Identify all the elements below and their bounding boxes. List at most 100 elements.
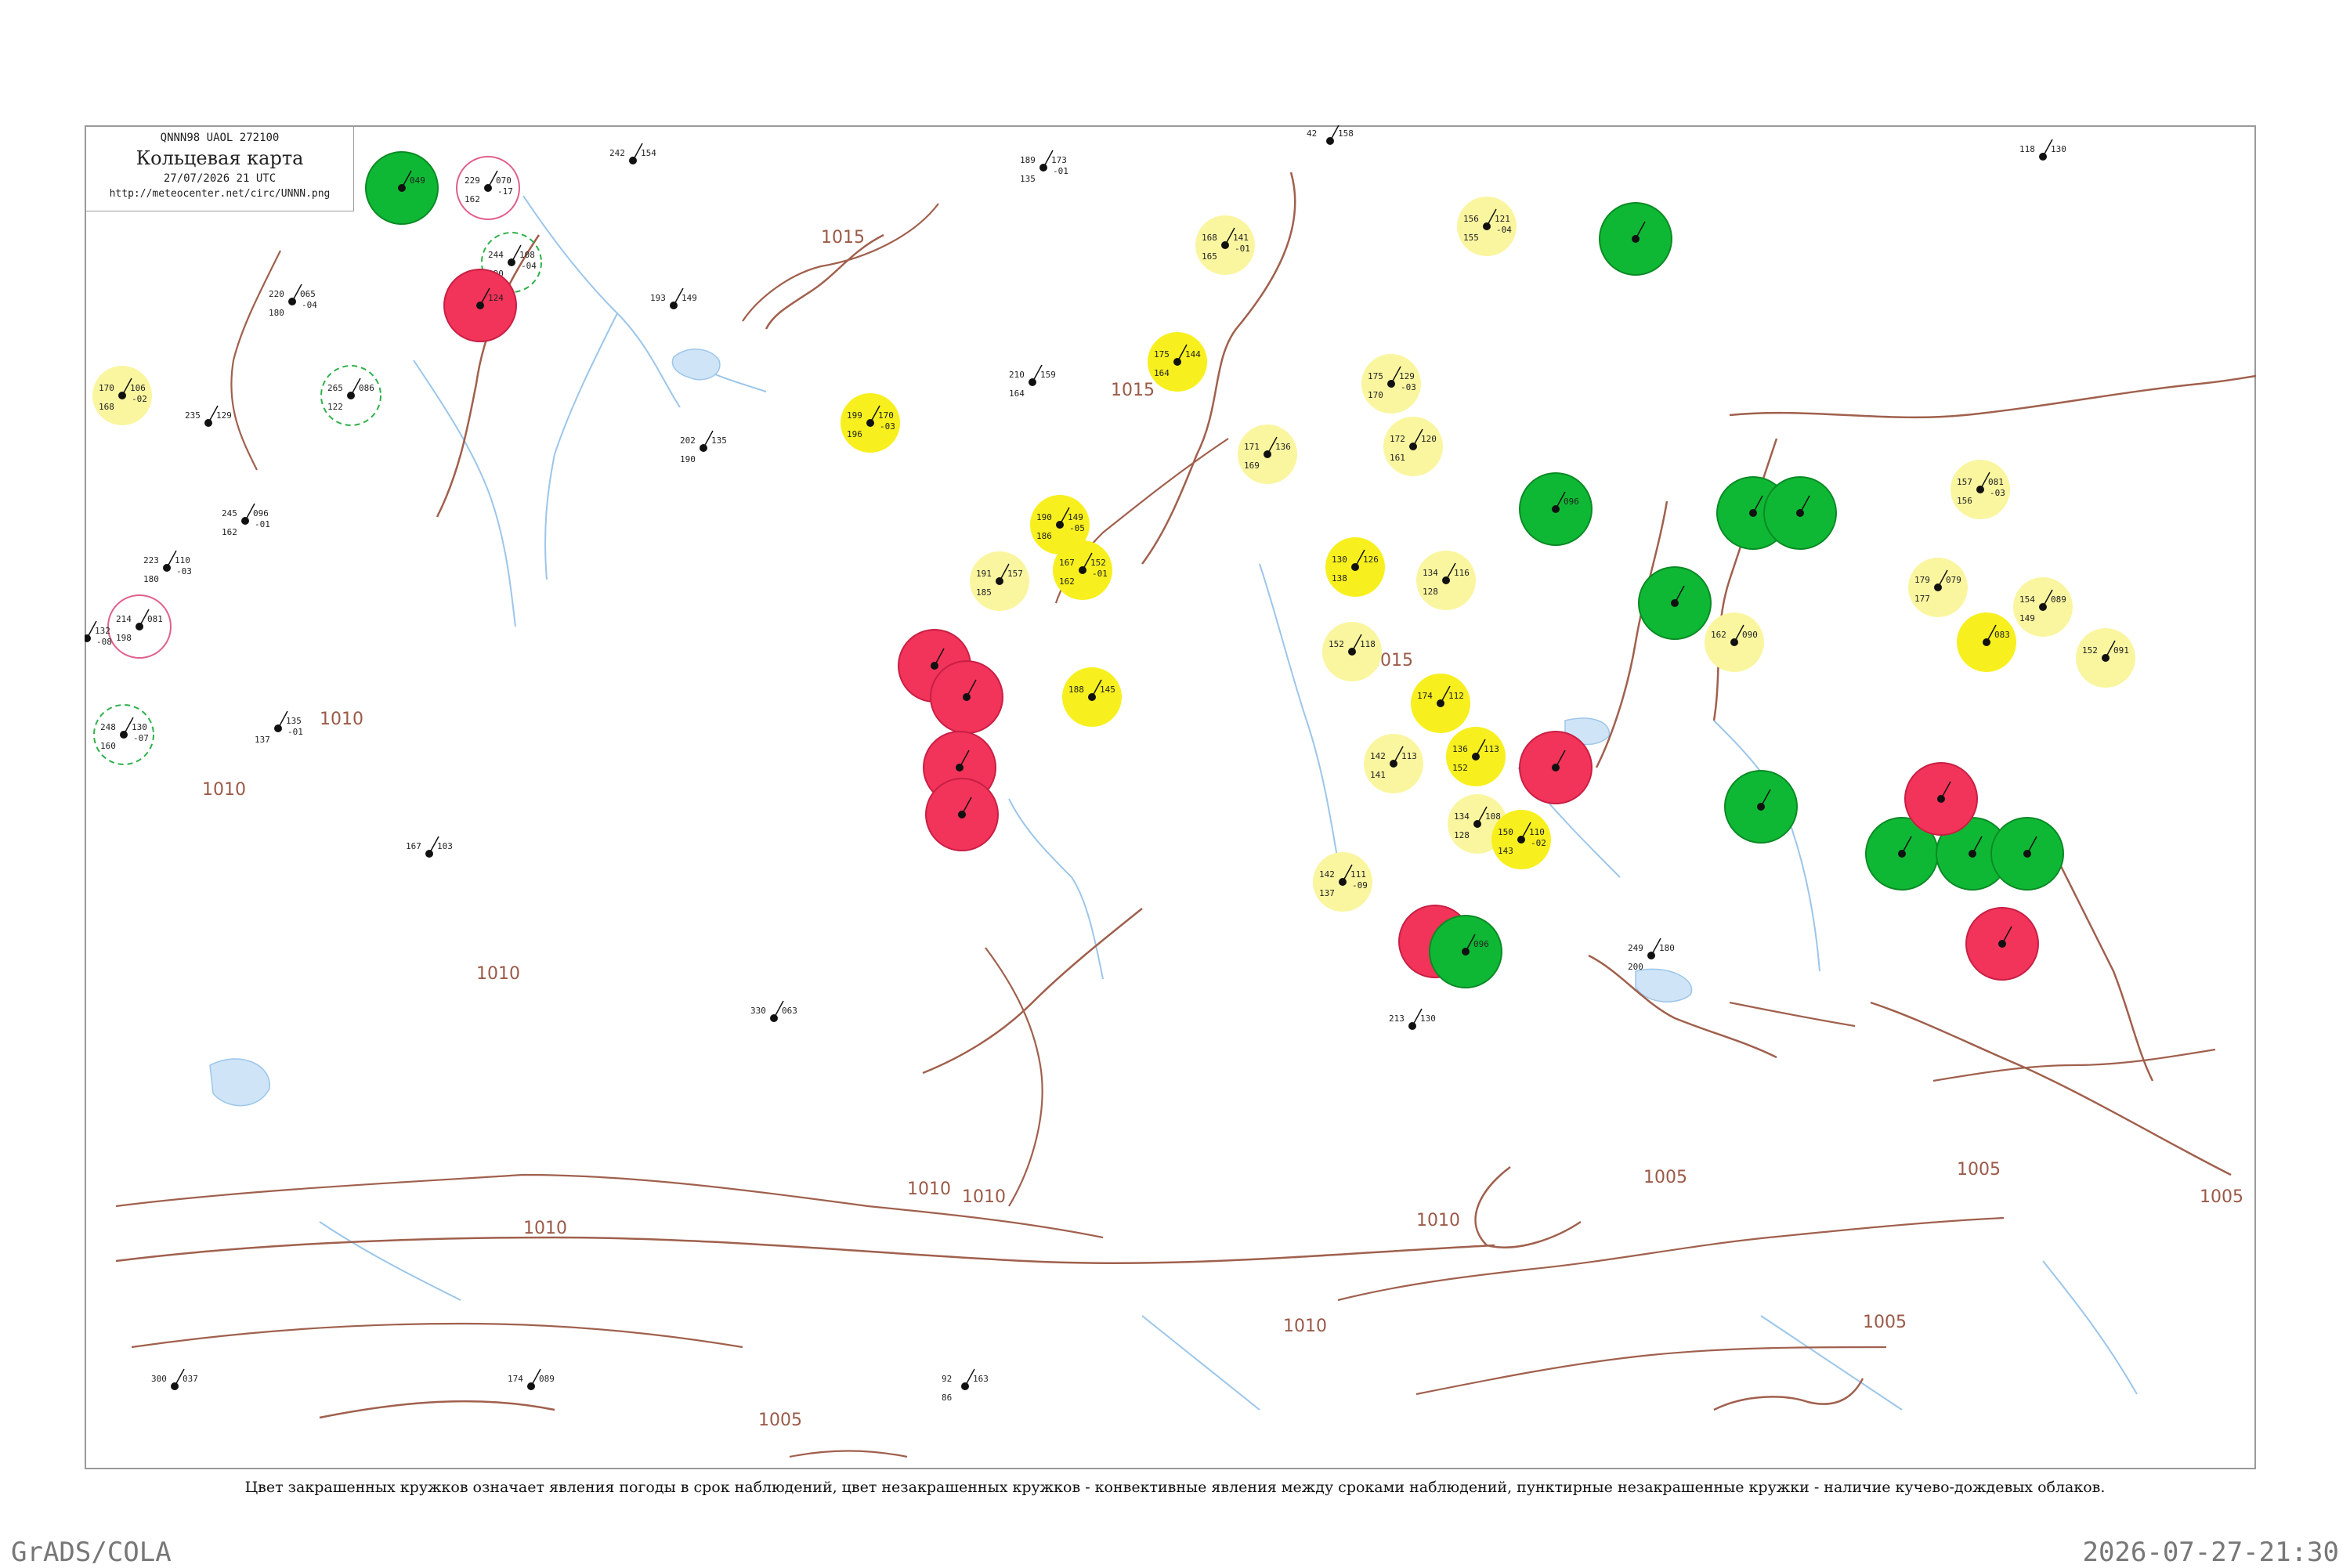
station-marker[interactable]: 300 037: [151, 1368, 198, 1390]
station-marker[interactable]: 188 145: [1062, 667, 1122, 727]
station-marker[interactable]: 202 135 190: [680, 430, 727, 464]
station-marker[interactable]: 220 065-04 180: [269, 284, 317, 318]
station-marker[interactable]: 248 130-07 160: [93, 704, 154, 765]
station-marker[interactable]: 265 086 122: [320, 365, 381, 426]
station-marker[interactable]: 235 129: [185, 405, 232, 427]
station-marker[interactable]: [1763, 476, 1837, 550]
station-dot: [85, 634, 91, 642]
station-pressure: 159: [1040, 370, 1056, 380]
synoptic-map[interactable]: 1015101510151010101010101010101010101010…: [85, 125, 2256, 1469]
station-dewpoint: 169: [1244, 461, 1260, 471]
isobar-label: 1005: [1957, 1160, 2001, 1180]
station-marker[interactable]: 049: [365, 151, 439, 225]
station-dewpoint: 196: [847, 429, 862, 439]
station-temperature: 134: [1423, 568, 1438, 578]
station-pressure: 037: [183, 1374, 198, 1384]
station-pressure-trend: -03: [176, 566, 192, 576]
station-dewpoint: 170: [1368, 390, 1383, 400]
station-marker[interactable]: 171 136 169: [1238, 425, 1297, 484]
station-marker[interactable]: 134 116 128: [1416, 551, 1476, 610]
station-marker[interactable]: 083: [1957, 612, 2016, 672]
station-marker[interactable]: 191 157 185: [970, 551, 1029, 611]
station-marker[interactable]: 156 121-04 155: [1457, 197, 1517, 256]
station-marker[interactable]: 189 173-01 135: [1020, 150, 1068, 184]
station-temperature: 171: [1244, 442, 1260, 452]
station-dewpoint: 190: [680, 454, 696, 464]
station-marker[interactable]: 174 112: [1411, 674, 1470, 733]
station-pressure: 132: [95, 626, 110, 636]
isobar-label: 1010: [1416, 1211, 1460, 1230]
station-marker[interactable]: 223 110-03 180: [143, 550, 192, 584]
station-marker[interactable]: 118 130: [2019, 139, 2066, 161]
station-marker[interactable]: 096: [1429, 915, 1502, 988]
station-marker[interactable]: 174 089: [508, 1368, 555, 1390]
station-pressure: 108: [519, 250, 535, 260]
map-url[interactable]: http://meteocenter.net/circ/UNNN.png: [86, 188, 353, 200]
station-markers[interactable]: 229070-17162049244108-04190124220065-041…: [85, 125, 2135, 1403]
station-marker[interactable]: [1965, 907, 2039, 981]
station-marker[interactable]: 199 170-03 196: [841, 393, 900, 453]
station-marker[interactable]: [1638, 566, 1712, 640]
station-marker[interactable]: 170 106-02 168: [92, 366, 152, 425]
station-marker[interactable]: 249 180 200: [1628, 938, 1675, 972]
station-marker[interactable]: 096: [1519, 472, 1593, 546]
station-marker[interactable]: 152 091: [2076, 628, 2135, 688]
station-pressure-trend: -02: [1531, 838, 1546, 848]
station-pressure-trend: -04: [521, 261, 537, 271]
station-marker[interactable]: 179 079 177: [1908, 558, 1968, 617]
station-marker[interactable]: 130 126 138: [1325, 537, 1385, 597]
station-marker[interactable]: 92 163 86: [942, 1368, 989, 1403]
station-dewpoint: 162: [1059, 576, 1075, 587]
station-pressure-trend: -04: [302, 300, 317, 310]
station-marker[interactable]: [1724, 770, 1798, 844]
station-temperature: 188: [1068, 685, 1084, 695]
station-marker[interactable]: 142 113 141: [1364, 734, 1423, 793]
station-marker[interactable]: 213 130: [1389, 1008, 1436, 1030]
station-marker[interactable]: 175 144 164: [1148, 332, 1207, 392]
station-marker[interactable]: 204132-08160: [85, 620, 112, 655]
station-temperature: 42: [1307, 128, 1317, 139]
station-marker[interactable]: 124: [443, 269, 517, 342]
station-marker[interactable]: 42 158: [1307, 125, 1354, 145]
station-marker[interactable]: [1599, 202, 1672, 276]
station-marker[interactable]: 172 120 161: [1383, 417, 1443, 476]
station-marker[interactable]: 136 113 152: [1446, 727, 1506, 786]
station-dewpoint: 143: [1498, 846, 1513, 856]
station-marker[interactable]: 167 152-01 162: [1053, 540, 1112, 600]
station-marker[interactable]: [930, 660, 1003, 734]
station-pressure: 096: [253, 508, 269, 518]
isobar-label: 1010: [523, 1219, 567, 1238]
station-marker[interactable]: 135-01 137: [255, 710, 303, 745]
station-marker[interactable]: 242 154: [609, 143, 656, 164]
station-marker[interactable]: [1519, 731, 1593, 804]
station-pressure: 170: [878, 410, 894, 421]
station-dewpoint: 186: [1036, 531, 1052, 541]
station-temperature: 189: [1020, 155, 1036, 165]
station-marker[interactable]: 142 111-09 137: [1313, 852, 1372, 912]
station-marker[interactable]: 154 089 149: [2013, 577, 2073, 637]
station-marker[interactable]: [1904, 762, 1978, 836]
station-marker[interactable]: 175 129-03 170: [1361, 354, 1421, 414]
station-pressure-trend: -03: [1990, 488, 2005, 498]
station-marker[interactable]: [925, 778, 999, 851]
station-marker[interactable]: 245 096-01 162: [222, 503, 270, 537]
station-temperature: 154: [2019, 594, 2035, 605]
station-marker[interactable]: 210 159 164: [1009, 364, 1056, 399]
station-marker[interactable]: 330 063: [750, 1000, 797, 1022]
station-marker[interactable]: 152 118: [1322, 622, 1382, 681]
station-marker[interactable]: [1990, 817, 2064, 891]
station-temperature: 202: [680, 435, 696, 446]
station-temperature: 130: [1332, 555, 1347, 565]
station-marker[interactable]: 150 110-02 143: [1491, 810, 1551, 869]
station-temperature: 168: [1202, 233, 1217, 243]
station-temperature: 190: [1036, 512, 1052, 522]
station-marker[interactable]: 157 081-03 156: [1950, 460, 2010, 519]
station-marker[interactable]: 193 149: [650, 287, 697, 309]
station-marker[interactable]: 168 141-01 165: [1195, 215, 1255, 275]
footer-timestamp: 2026-07-27-21:30: [2082, 1537, 2339, 1568]
station-pressure-trend: -04: [1496, 225, 1512, 235]
station-marker[interactable]: 214 081 198: [107, 594, 172, 659]
station-marker[interactable]: 229 070-17 162: [456, 156, 520, 220]
station-marker[interactable]: 167 103: [406, 836, 453, 858]
station-marker[interactable]: 162 090: [1705, 612, 1764, 672]
